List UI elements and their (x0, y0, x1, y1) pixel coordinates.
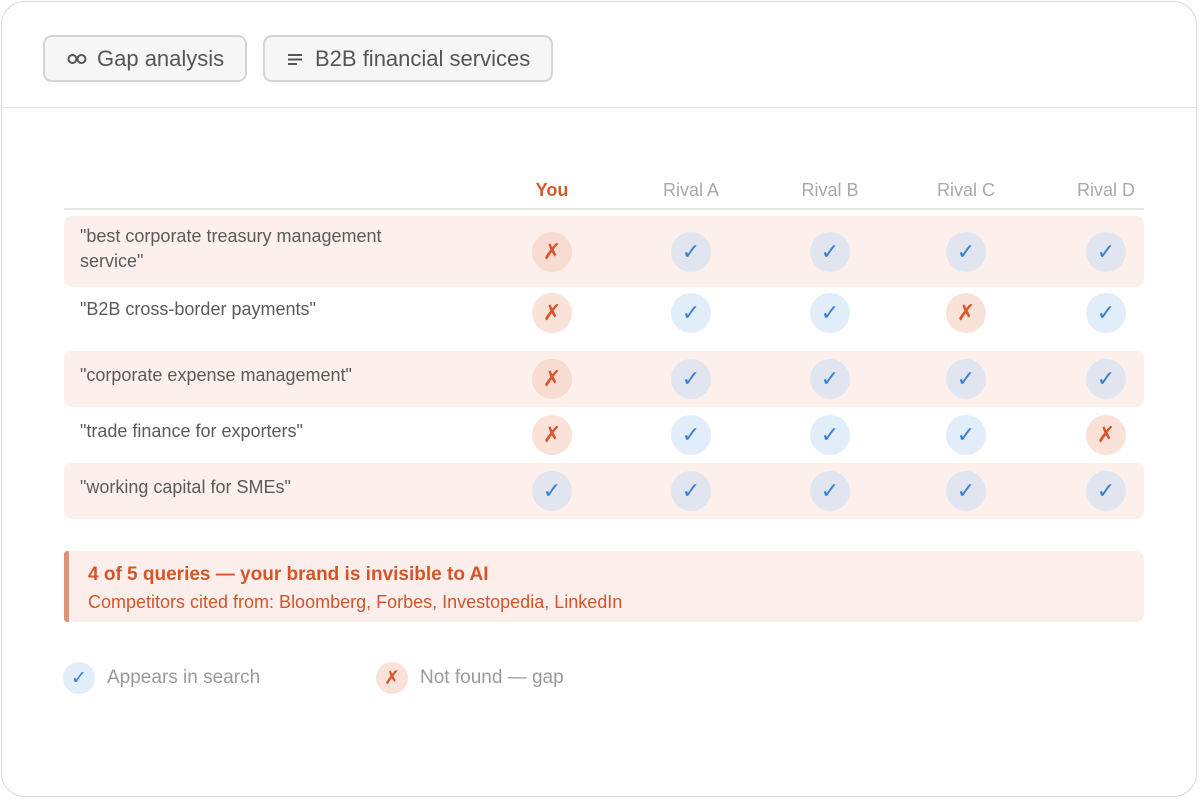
alert-subtitle: Competitors cited from: Bloomberg, Forbe… (88, 592, 623, 612)
query-text: "working capital for SMEs" (80, 477, 291, 497)
gap-analysis-chip[interactable]: Gap analysis (43, 35, 247, 82)
infinity-icon (67, 53, 87, 65)
table-header: You Rival A Rival B Rival C Rival D (64, 172, 1144, 210)
gap-alert: 4 of 5 queries — your brand is invisible… (64, 551, 1144, 622)
check-icon: ✓ (946, 415, 986, 455)
cross-icon: ✗ (532, 359, 572, 399)
cross-icon: ✗ (1086, 415, 1126, 455)
legend-gap-label: Not found — gap (420, 667, 564, 688)
check-icon: ✓ (532, 471, 572, 511)
alert-accent-bar (64, 551, 69, 622)
industry-chip[interactable]: B2B financial services (263, 35, 553, 82)
check-icon: ✓ (810, 293, 850, 333)
check-icon: ✓ (671, 415, 711, 455)
check-icon: ✓ (946, 471, 986, 511)
gap-table: You Rival A Rival B Rival C Rival D "best co… (64, 172, 1144, 519)
table-row: "corporate expense management" ✗ ✓ ✓ ✓ ✓ (64, 351, 1144, 407)
alert-title: 4 of 5 queries — your brand is invisible… (88, 564, 489, 585)
column-header-rival-b: Rival B (801, 180, 859, 200)
app-window: Gap analysis B2B financial services You R… (1, 1, 1197, 797)
cross-icon: ✗ (946, 293, 986, 333)
check-icon: ✓ (671, 359, 711, 399)
cross-icon: ✗ (532, 231, 572, 272)
check-icon: ✓ (946, 359, 986, 399)
query-text: "best corporate treasury management serv… (80, 226, 382, 271)
query-text: "B2B cross-border payments" (80, 299, 316, 319)
column-header-rival-c: Rival C (936, 180, 995, 200)
check-icon: ✓ (810, 471, 850, 511)
query-text: "corporate expense management" (80, 365, 352, 385)
check-icon: ✓ (946, 231, 986, 272)
column-header-rival-a: Rival A (662, 180, 720, 200)
gap-analysis-label: Gap analysis (97, 45, 225, 71)
check-icon: ✓ (1086, 231, 1126, 272)
query-text: "trade finance for exporters" (80, 421, 303, 441)
check-icon: ✓ (810, 231, 850, 272)
check-icon: ✓ (671, 471, 711, 511)
cross-icon: ✗ (532, 293, 572, 333)
legend-appears-label: Appears in search (107, 667, 261, 688)
check-icon: ✓ (671, 231, 711, 272)
cross-icon: ✗ (376, 662, 408, 694)
check-icon: ✓ (1086, 359, 1126, 399)
industry-label: B2B financial services (315, 45, 531, 71)
check-icon: ✓ (63, 662, 95, 694)
check-icon: ✓ (1086, 293, 1126, 333)
legend-gap: ✗ Not found — gap (376, 662, 564, 694)
check-icon: ✓ (671, 293, 711, 333)
column-header-you: You (535, 180, 569, 200)
table-row: "working capital for SMEs" ✓ ✓ ✓ ✓ ✓ (64, 463, 1144, 519)
table-row: "trade finance for exporters" ✗ ✓ ✓ ✓ ✗ (64, 407, 1144, 463)
check-icon: ✓ (810, 415, 850, 455)
legend-appears: ✓ Appears in search (63, 662, 260, 694)
table-row: "best corporate treasury management serv… (64, 216, 1144, 287)
lines-icon (287, 52, 305, 66)
check-icon: ✓ (810, 359, 850, 399)
toolbar: Gap analysis B2B financial services (2, 2, 1196, 108)
cross-icon: ✗ (532, 415, 572, 455)
column-header-rival-d: Rival D (1076, 180, 1135, 200)
check-icon: ✓ (1086, 471, 1126, 511)
table-row: "B2B cross-border payments" ✗ ✓ ✓ ✗ ✓ (64, 285, 1144, 341)
